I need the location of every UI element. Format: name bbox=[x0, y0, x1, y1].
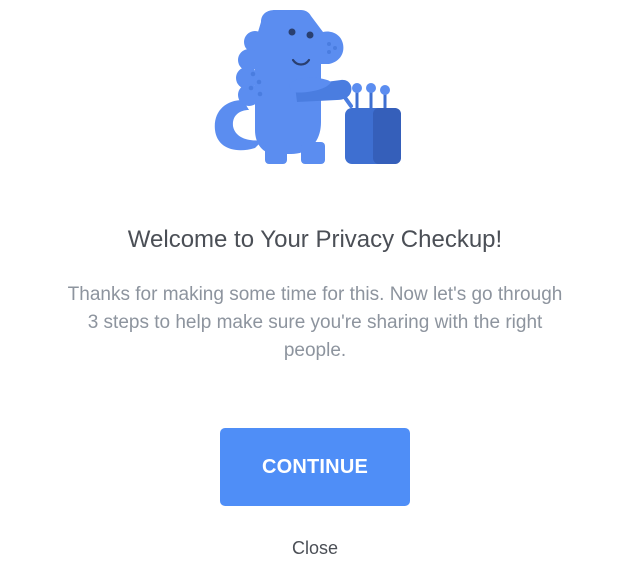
welcome-description: Thanks for making some time for this. No… bbox=[67, 284, 563, 361]
close-button[interactable]: Close bbox=[292, 538, 338, 558]
privacy-checkup-dialog: Welcome to Your Privacy Checkup! Thanks … bbox=[0, 0, 630, 569]
page-title: Welcome to Your Privacy Checkup! bbox=[127, 226, 503, 253]
close-link-container: Close bbox=[0, 536, 630, 560]
continue-button[interactable]: CONTINUE bbox=[220, 428, 410, 506]
dinosaur-with-computer-icon bbox=[205, 2, 417, 172]
